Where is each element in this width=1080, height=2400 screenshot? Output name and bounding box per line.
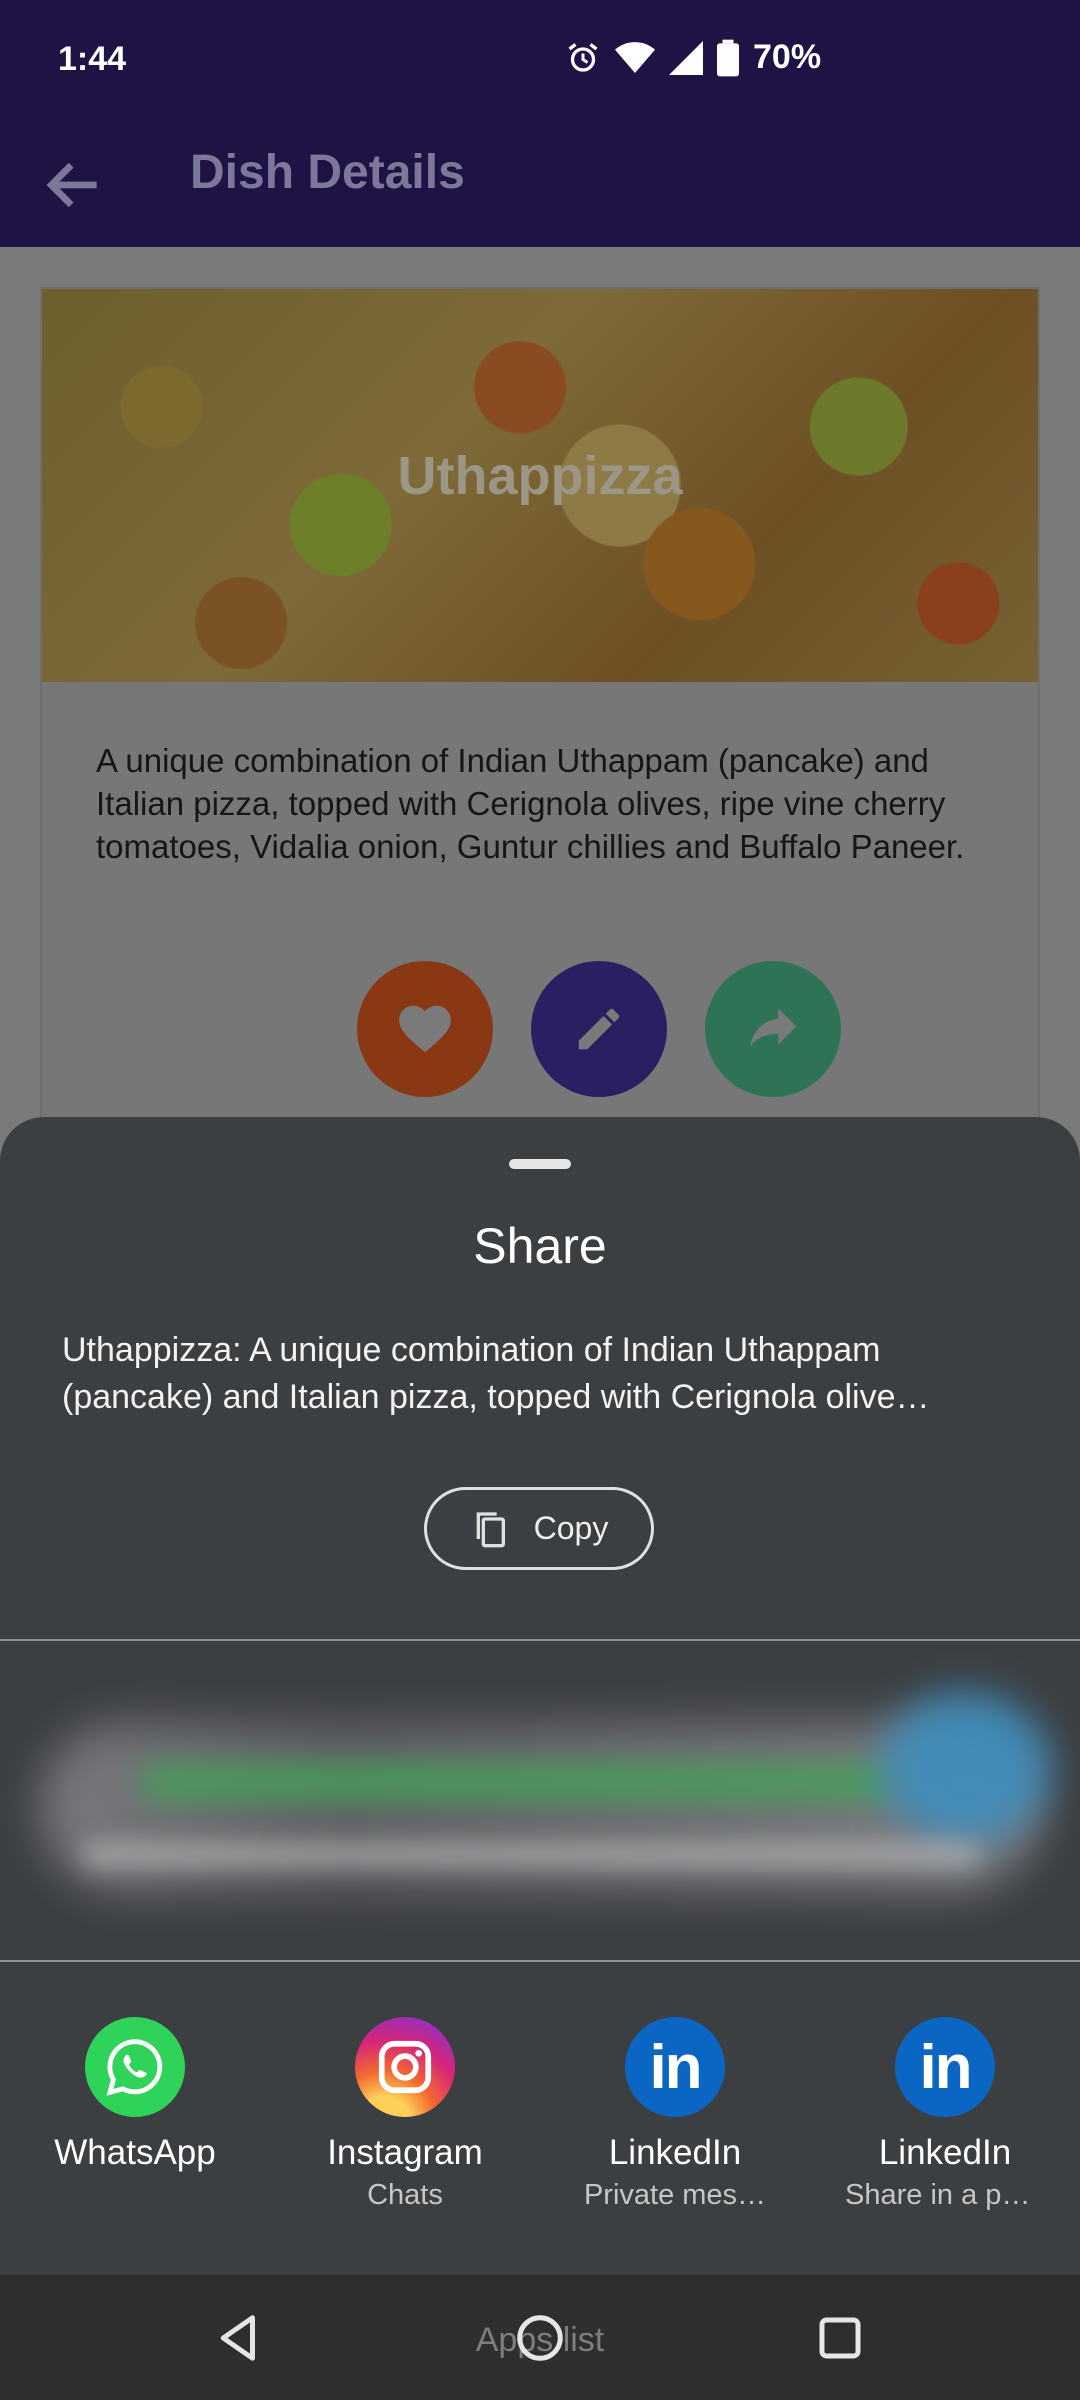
status-icons: 70%	[565, 38, 821, 77]
dish-description: A unique combination of Indian Uthappam …	[96, 742, 965, 865]
preview-line-1: Uthappizza: A unique combination of Indi…	[62, 1331, 881, 1369]
wifi-icon	[615, 41, 655, 73]
battery-percent: 70%	[753, 38, 822, 76]
dish-image: Uthappizza	[42, 289, 1038, 682]
share-target-sublabel: Private mes…	[583, 2179, 767, 2211]
share-target-label: LinkedIn	[608, 2133, 742, 2172]
linkedin-logo-text: in	[919, 2032, 972, 2102]
divider	[0, 1639, 1080, 1641]
share-button[interactable]	[705, 961, 841, 1097]
share-target-sublabel: Chats	[367, 2179, 443, 2211]
share-target-linkedin-post[interactable]: in LinkedIn Share in a po…	[810, 2017, 1080, 2212]
heart-icon	[399, 1005, 451, 1053]
drag-handle[interactable]	[509, 1159, 571, 1169]
dish-content: Uthappizza A unique combination of India…	[0, 247, 1080, 1247]
share-target-instagram-chats[interactable]: Instagram Chats	[270, 2017, 540, 2212]
share-target-whatsapp[interactable]: WhatsApp	[0, 2017, 270, 2212]
app-bar: Dish Details	[0, 123, 1080, 247]
dish-card: Uthappizza A unique combination of India…	[40, 287, 1040, 1187]
share-arrow-icon	[749, 1008, 797, 1048]
edit-button[interactable]	[531, 961, 667, 1097]
linkedin-icon: in	[895, 2017, 995, 2117]
alarm-icon	[568, 42, 598, 72]
share-sheet-title: Share	[473, 1218, 607, 1274]
battery-icon	[717, 39, 739, 76]
linkedin-logo-text: in	[649, 2032, 702, 2102]
share-target-label: Instagram	[327, 2133, 483, 2172]
copy-label: Copy	[533, 1510, 609, 1546]
share-app-list: WhatsApp Instagram Chats in LinkedIn Pri…	[0, 2017, 1080, 2212]
share-target-label: WhatsApp	[54, 2133, 216, 2172]
nav-back-icon[interactable]	[212, 2311, 266, 2365]
linkedin-icon: in	[625, 2017, 725, 2117]
share-target-sublabel: Share in a po…	[845, 2179, 1045, 2211]
favorite-button[interactable]	[357, 961, 493, 1097]
share-target-label: LinkedIn	[878, 2133, 1012, 2172]
status-bar: 1:44 70%	[0, 0, 1080, 123]
instagram-icon	[355, 2017, 455, 2117]
back-arrow-icon[interactable]	[40, 151, 108, 219]
share-preview-text: Uthappizza: A unique combination of Indi…	[62, 1327, 1022, 1421]
copy-icon	[476, 1511, 505, 1547]
signal-icon	[669, 40, 703, 75]
pencil-icon	[578, 1008, 620, 1050]
divider	[0, 1960, 1080, 1962]
whatsapp-icon	[85, 2017, 185, 2117]
status-time: 1:44	[58, 40, 127, 78]
nav-recents-icon[interactable]	[813, 2311, 867, 2365]
nav-home-icon[interactable]	[513, 2311, 567, 2365]
page-title: Dish Details	[190, 146, 465, 199]
copy-button[interactable]: Copy	[424, 1487, 654, 1570]
dish-name: Uthappizza	[397, 446, 683, 506]
direct-share-targets-loading	[0, 1642, 1080, 1960]
navigation-bar: Apps list	[0, 2275, 1080, 2400]
share-sheet: Share Uthappizza: A unique combination o…	[0, 1117, 1080, 2275]
preview-line-2: (pancake) and Italian pizza, topped with…	[62, 1378, 930, 1416]
share-target-linkedin-private-message[interactable]: in LinkedIn Private mes…	[540, 2017, 810, 2212]
